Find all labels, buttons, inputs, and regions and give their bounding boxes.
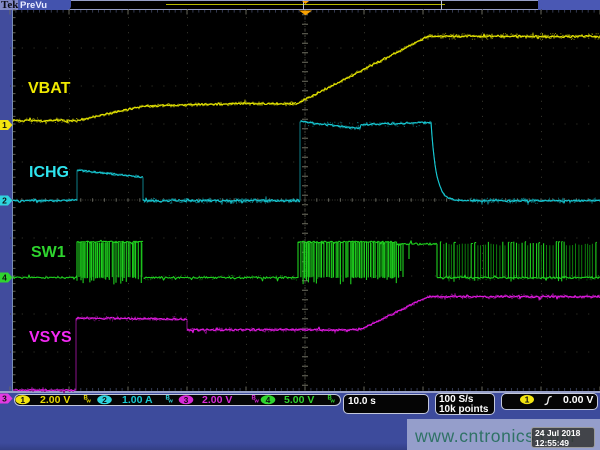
svg-text:w: w xyxy=(86,399,92,405)
svg-text:w: w xyxy=(254,399,260,405)
svg-text:1: 1 xyxy=(525,395,530,405)
svg-text:4: 4 xyxy=(266,395,271,405)
svg-text:1: 1 xyxy=(20,395,25,405)
svg-text:w: w xyxy=(168,399,174,405)
svg-text:2: 2 xyxy=(102,395,107,405)
svg-text:3: 3 xyxy=(184,395,189,405)
svg-text:w: w xyxy=(330,399,336,405)
